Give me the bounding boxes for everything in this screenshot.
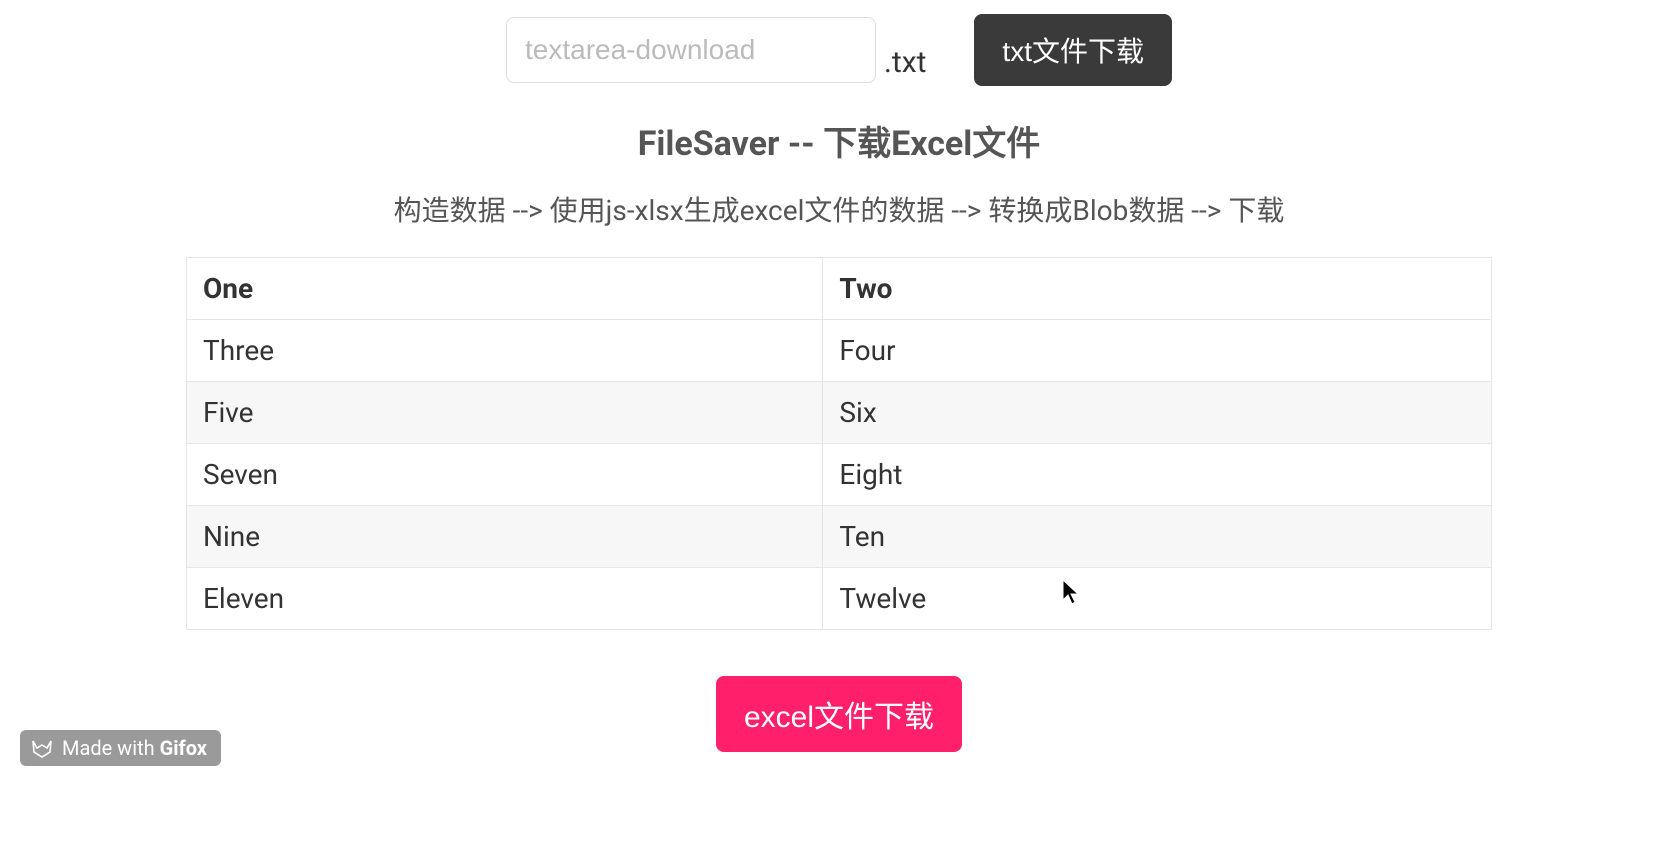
table-cell: Eight <box>823 444 1492 506</box>
filename-input[interactable] <box>506 17 876 83</box>
gifox-prefix: Made with <box>62 736 160 760</box>
fox-icon <box>30 736 54 760</box>
data-table-wrap: One Two Three Four Five Six Seven Eight … <box>186 257 1492 630</box>
table-cell: Ten <box>823 506 1492 568</box>
table-row: Three Four <box>187 320 1492 382</box>
table-cell: Five <box>187 382 823 444</box>
file-extension-label: .txt <box>884 45 926 86</box>
table-row: Seven Eight <box>187 444 1492 506</box>
section-title: FileSaver -- 下载Excel文件 <box>0 116 1678 165</box>
excel-download-button[interactable]: excel文件下载 <box>716 676 962 752</box>
table-header-cell: Two <box>823 258 1492 320</box>
table-cell: Seven <box>187 444 823 506</box>
top-row: .txt txt文件下载 <box>0 0 1678 86</box>
table-header-cell: One <box>187 258 823 320</box>
gifox-badge: Made with Gifox <box>20 730 221 766</box>
table-cell: Nine <box>187 506 823 568</box>
table-cell: Twelve <box>823 568 1492 630</box>
excel-button-wrap: excel文件下载 <box>0 676 1678 752</box>
gifox-brand: Gifox <box>160 736 207 760</box>
table-header-row: One Two <box>187 258 1492 320</box>
table-row: Five Six <box>187 382 1492 444</box>
txt-download-button[interactable]: txt文件下载 <box>974 14 1172 86</box>
table-cell: Eleven <box>187 568 823 630</box>
table-row: Nine Ten <box>187 506 1492 568</box>
table-cell: Four <box>823 320 1492 382</box>
data-table: One Two Three Four Five Six Seven Eight … <box>186 257 1492 630</box>
section-subtitle: 构造数据 --> 使用js-xlsx生成excel文件的数据 --> 转换成Bl… <box>0 189 1678 229</box>
gifox-badge-text: Made with Gifox <box>62 736 207 760</box>
table-cell: Three <box>187 320 823 382</box>
table-row: Eleven Twelve <box>187 568 1492 630</box>
table-cell: Six <box>823 382 1492 444</box>
